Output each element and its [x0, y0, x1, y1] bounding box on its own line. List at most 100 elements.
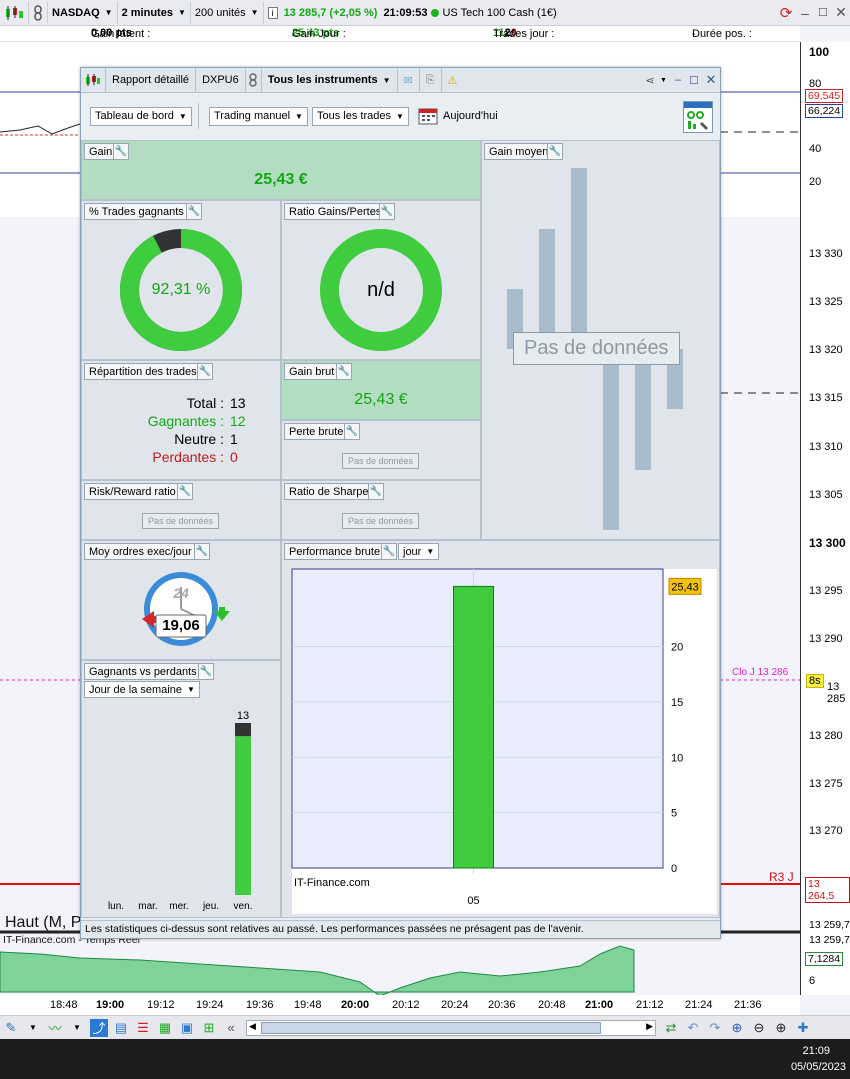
- performance-chart: 051015200525,43IT-Finance.com: [291, 568, 717, 914]
- axis-label: 13 270: [809, 825, 843, 837]
- x-tick-label: 05: [467, 895, 479, 907]
- scroll-thumb[interactable]: [261, 1021, 601, 1034]
- tab-rapport[interactable]: Rapport détaillé: [106, 67, 197, 93]
- axis-label: 13 325: [809, 296, 843, 308]
- widget-title: Performance brute: [284, 543, 386, 560]
- minimize-icon[interactable]: –: [796, 5, 814, 21]
- sync-icon[interactable]: ⇄: [662, 1019, 680, 1037]
- bottom-toolbar: ✎ ▼ 〰 ▼ ⤴ ▤ ☰ ▦ ▣ ⊞ « ◀ ▶ ⇄ ↶ ↷ ⊕ ⊖ ⊕ ✚: [0, 1015, 850, 1039]
- wrench-icon[interactable]: 🔧: [547, 143, 563, 160]
- trading-select[interactable]: Trading manuel ▼: [209, 107, 308, 126]
- wrench-icon[interactable]: 🔧: [198, 663, 214, 680]
- quote-time: 21:09:53: [383, 6, 428, 19]
- time-label: 21:24: [685, 999, 713, 1011]
- maximize-icon[interactable]: ☐: [814, 6, 832, 19]
- time-label: 21:36: [734, 999, 762, 1011]
- orders-per-day-value: 19,06: [162, 617, 200, 634]
- share-icon[interactable]: ⤴: [90, 1018, 108, 1037]
- crosshair-icon[interactable]: ✚: [794, 1019, 812, 1037]
- account-tab[interactable]: DXPU6: [196, 67, 246, 93]
- close-icon[interactable]: ✕: [832, 4, 850, 21]
- undo-icon[interactable]: ↶: [684, 1019, 702, 1037]
- instrument-select[interactable]: NASDAQ ▼: [48, 1, 118, 24]
- wrench-icon[interactable]: 🔧: [336, 363, 352, 380]
- drawing-tools-icon[interactable]: ✎: [2, 1019, 20, 1037]
- repartition-widget: Répartition des trades 🔧 Total : 13 Gagn…: [81, 360, 281, 480]
- period-select[interactable]: jour ▼: [398, 543, 440, 560]
- dashboard-settings-icon[interactable]: [683, 101, 713, 133]
- haut-label: Haut (M, P: [5, 914, 82, 931]
- chat-icon[interactable]: ▤: [112, 1019, 130, 1037]
- winners-chart: lun. mar. mer. jeu. ven. 13: [108, 710, 253, 912]
- gagnantes-label: Gagnantes :: [147, 413, 224, 429]
- alert-list-icon[interactable]: ☰: [134, 1019, 152, 1037]
- wrench-icon[interactable]: 🔧: [197, 363, 213, 380]
- minimize-icon[interactable]: –: [670, 74, 686, 86]
- close-icon[interactable]: ✕: [702, 72, 720, 88]
- wrench-icon[interactable]: 🔧: [113, 143, 129, 160]
- today-label[interactable]: Aujourd'hui: [443, 110, 498, 122]
- interval-select[interactable]: 2 minutes ▼: [118, 1, 191, 24]
- dashboard-select[interactable]: Tableau de bord ▼: [90, 107, 192, 126]
- zoom-out-icon[interactable]: ⊖: [750, 1019, 768, 1037]
- chevron-down-icon[interactable]: ▼: [68, 1019, 86, 1037]
- orderbook-icon[interactable]: ▦: [156, 1019, 174, 1037]
- price-axis[interactable]: 100 80 69,545 66,224 40 20 13 330 13 325…: [800, 42, 850, 995]
- link-icon[interactable]: [246, 67, 262, 93]
- axis-label: 13 285: [827, 681, 846, 705]
- win-rate-widget: % Trades gagnants 🔧 92,31 %: [81, 200, 281, 360]
- indicator-icon[interactable]: 〰: [46, 1019, 64, 1037]
- zoom-in-icon[interactable]: ⊕: [772, 1019, 790, 1037]
- win-rate-value: 92,31 %: [151, 281, 211, 298]
- perdantes-label: Perdantes :: [152, 449, 224, 465]
- calendar-icon[interactable]: [417, 106, 439, 126]
- total-value: 13: [230, 395, 246, 411]
- redo-icon[interactable]: ↷: [706, 1019, 724, 1037]
- x-tick-label: lun.: [108, 901, 124, 912]
- scroll-left-icon[interactable]: ◀: [249, 1021, 256, 1032]
- time-label: 20:00: [341, 999, 370, 1011]
- horizontal-scrollbar[interactable]: ◀ ▶: [246, 1019, 656, 1036]
- wrench-icon[interactable]: 🔧: [381, 543, 397, 560]
- wrench-icon[interactable]: 🔧: [368, 483, 384, 500]
- email-icon[interactable]: ✉: [398, 67, 420, 93]
- share-icon[interactable]: ⋖: [640, 74, 660, 87]
- time-label: 19:24: [196, 999, 224, 1011]
- instruments-select[interactable]: Tous les instruments ▼: [262, 67, 398, 93]
- units-select[interactable]: 200 unités ▼: [191, 1, 264, 24]
- status-dot-icon: [431, 8, 440, 17]
- gagnantes-value: 12: [230, 413, 246, 429]
- taskbar-time: 21:09: [802, 1045, 830, 1057]
- trades-select[interactable]: Tous les trades ▼: [312, 107, 409, 126]
- maximize-icon[interactable]: ☐: [686, 74, 702, 87]
- axis-label: 13 280: [809, 730, 843, 742]
- wrench-icon[interactable]: 🔧: [344, 423, 360, 440]
- order-icon[interactable]: ▣: [178, 1019, 196, 1037]
- r3-label: R3 J: [769, 870, 794, 884]
- wrench-icon[interactable]: 🔧: [177, 483, 193, 500]
- no-data-label: Pas de données: [142, 513, 220, 529]
- price-change: 13 285,7 (+2,05 %): [283, 6, 378, 19]
- warning-icon[interactable]: ⚠: [442, 68, 464, 93]
- time-label: 20:48: [538, 999, 566, 1011]
- period-select[interactable]: Jour de la semaine ▼: [84, 681, 200, 698]
- info-icon[interactable]: i: [267, 6, 278, 19]
- copy-icon[interactable]: ⎘: [420, 67, 442, 93]
- osc-high-badge: 69,545: [805, 89, 844, 103]
- candlestick-icon[interactable]: [0, 1, 29, 24]
- zoom-fit-icon[interactable]: ⊕: [728, 1019, 746, 1037]
- link-icon[interactable]: [29, 1, 48, 24]
- double-chevron-left-icon[interactable]: «: [222, 1019, 240, 1037]
- taskbar-date: 05/05/2023: [790, 1061, 846, 1073]
- time-axis[interactable]: 18:48 19:00 19:12 19:24 19:36 19:48 20:0…: [0, 995, 800, 1015]
- scroll-right-icon[interactable]: ▶: [646, 1021, 653, 1032]
- chevron-down-icon[interactable]: ▼: [24, 1019, 42, 1037]
- taskbar: 21:09 05/05/2023: [0, 1039, 850, 1079]
- y-tick-label: 15: [671, 697, 683, 709]
- screener-icon[interactable]: ⊞: [200, 1019, 218, 1037]
- axis-label: 13 330: [809, 248, 843, 260]
- winners-bar: [235, 736, 251, 895]
- chevron-down-icon[interactable]: ▼: [660, 77, 670, 84]
- gain-widget: Gain 🔧 25,43 €: [81, 140, 481, 200]
- refresh-icon[interactable]: ⟳: [776, 4, 796, 22]
